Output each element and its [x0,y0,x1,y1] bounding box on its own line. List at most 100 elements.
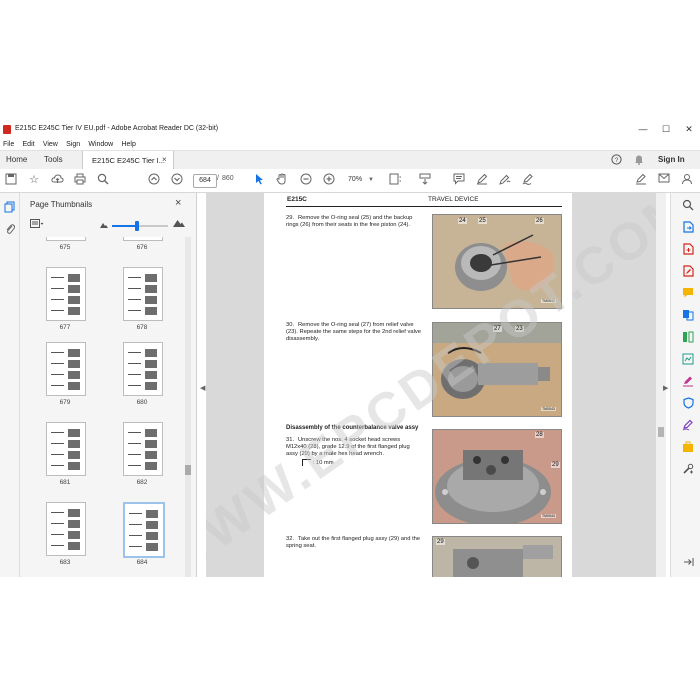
page-thumbnail[interactable] [46,267,86,321]
page-thumbnail[interactable] [46,502,86,556]
zoom-in-icon[interactable] [322,173,336,187]
collapse-right-arrow-icon[interactable]: ▶ [663,384,668,392]
thumbnail-content-row [51,520,81,528]
minimize-button[interactable]: — [633,122,653,136]
step-text: Take out the first flanged plug assy (29… [286,536,421,549]
document-view[interactable]: E215C TRAVEL DEVICE 29. Remove the O-ring… [206,193,666,577]
tab-document-label: E215C E245C Tier I... [92,156,165,165]
header-rule [286,206,562,207]
enhance-scans-icon[interactable] [682,353,694,365]
highlight-pen-icon[interactable] [475,173,489,187]
export-pdf-icon[interactable] [682,221,694,233]
tab-close-icon[interactable]: × [162,155,167,164]
panel-scrollbar-thumb[interactable] [185,465,191,475]
thumbnail-text-line [51,545,64,546]
thumbnail-content-row [129,532,159,540]
page-thumbnail[interactable] [46,237,86,241]
panel-scrollbar[interactable] [185,237,191,577]
thumbnail-photo [145,360,157,368]
print-icon[interactable] [73,173,87,187]
upload-cloud-icon[interactable] [50,173,64,187]
close-window-button[interactable]: ✕ [679,122,699,136]
page-number-input[interactable]: 684 [193,174,217,188]
zoom-out-icon[interactable] [299,173,313,187]
organize-pages-icon[interactable] [682,331,694,343]
more-tools-icon[interactable] [682,463,694,475]
tab-tools[interactable]: Tools [44,155,63,164]
search-tools-icon[interactable] [682,199,694,211]
maximize-button[interactable]: ☐ [656,122,676,136]
attachment-paperclip-icon[interactable] [4,223,15,234]
select-cursor-icon[interactable] [252,173,266,187]
send-for-review-icon[interactable] [682,441,694,453]
thumbnail-photo [145,285,157,293]
tab-home[interactable]: Home [6,155,27,164]
menu-sign[interactable]: Sign [66,141,80,148]
previous-page-icon[interactable] [147,173,161,187]
edit-pdf-icon[interactable] [682,265,694,277]
zoom-level-select[interactable]: 70% ▼ [345,174,377,186]
document-scrollbar-thumb[interactable] [658,427,664,437]
scroll-mode-icon[interactable] [418,173,432,187]
thumbnail-photo [146,510,158,518]
menu-help[interactable]: Help [121,141,135,148]
menu-window[interactable]: Window [88,141,113,148]
sign-pen-icon[interactable] [634,173,648,187]
slider-thumb[interactable] [135,221,140,231]
thumbnail-options-icon[interactable] [30,219,44,231]
page-thumbnail[interactable] [46,342,86,396]
page-thumbnail[interactable] [123,342,163,396]
page-thumbnail[interactable] [123,422,163,476]
page-thumbnails-icon[interactable] [4,201,15,213]
thumbnail-photo [145,371,157,379]
create-pdf-icon[interactable] [682,243,694,255]
search-icon[interactable] [96,173,110,187]
draw-tool-icon[interactable] [498,173,512,187]
comment-tool-icon[interactable] [682,287,694,299]
thumbnail-text-line [128,374,141,375]
collapse-panel-arrow-icon[interactable]: ◀ [200,384,205,392]
page-thumbnail[interactable] [123,267,163,321]
thumbnail-photo [68,440,80,448]
share-user-icon[interactable] [680,173,694,187]
menu-bar: File Edit View Sign Window Help [0,139,700,150]
step-number: 30. [286,322,295,328]
sign-in-button[interactable]: Sign In [658,155,685,164]
save-icon[interactable] [4,173,18,187]
menu-edit[interactable]: Edit [23,141,35,148]
email-icon[interactable] [657,173,671,187]
thumbnail-photo [145,307,157,315]
thumbnail-photo [68,360,80,368]
thumbnail-page-number: 675 [59,244,71,251]
page-thumbnail[interactable] [123,502,165,558]
tab-document[interactable]: E215C E245C Tier I... × [82,151,174,170]
zoom-value: 70% [348,176,363,183]
hand-tool-icon[interactable] [275,173,289,187]
collapse-tools-arrow-icon[interactable] [682,557,694,569]
menu-file[interactable]: File [3,141,14,148]
fill-and-sign-icon[interactable] [682,375,694,387]
combine-files-icon[interactable] [682,309,694,321]
step-30: 30. Remove the O-ring seal (27) from reli… [286,322,422,343]
thumbnail-text-line [51,465,64,466]
request-signature-icon[interactable] [682,419,694,431]
page-thumbnail[interactable] [123,237,163,241]
fit-page-icon[interactable] [388,173,402,187]
menu-view[interactable]: View [43,141,58,148]
thumbnail-page-number: 679 [59,399,71,406]
comment-icon[interactable] [452,173,466,187]
protect-shield-icon[interactable] [682,397,694,409]
bookmark-star-icon[interactable]: ☆ [27,173,41,187]
thumbnail-text-line [51,454,64,455]
thumbnail-size-slider[interactable] [112,221,168,231]
notifications-bell-icon[interactable] [634,154,644,168]
page-thumbnail[interactable] [46,422,86,476]
thumbnail-text-line [128,443,141,444]
thumbnail-content-row [129,510,159,518]
help-icon[interactable]: ? [611,154,622,168]
next-page-icon[interactable] [170,173,184,187]
thumbnail-photo [146,543,158,551]
fill-sign-icon[interactable] [521,173,535,187]
pdf-app-icon [3,125,11,134]
panel-close-icon[interactable]: × [175,197,181,209]
